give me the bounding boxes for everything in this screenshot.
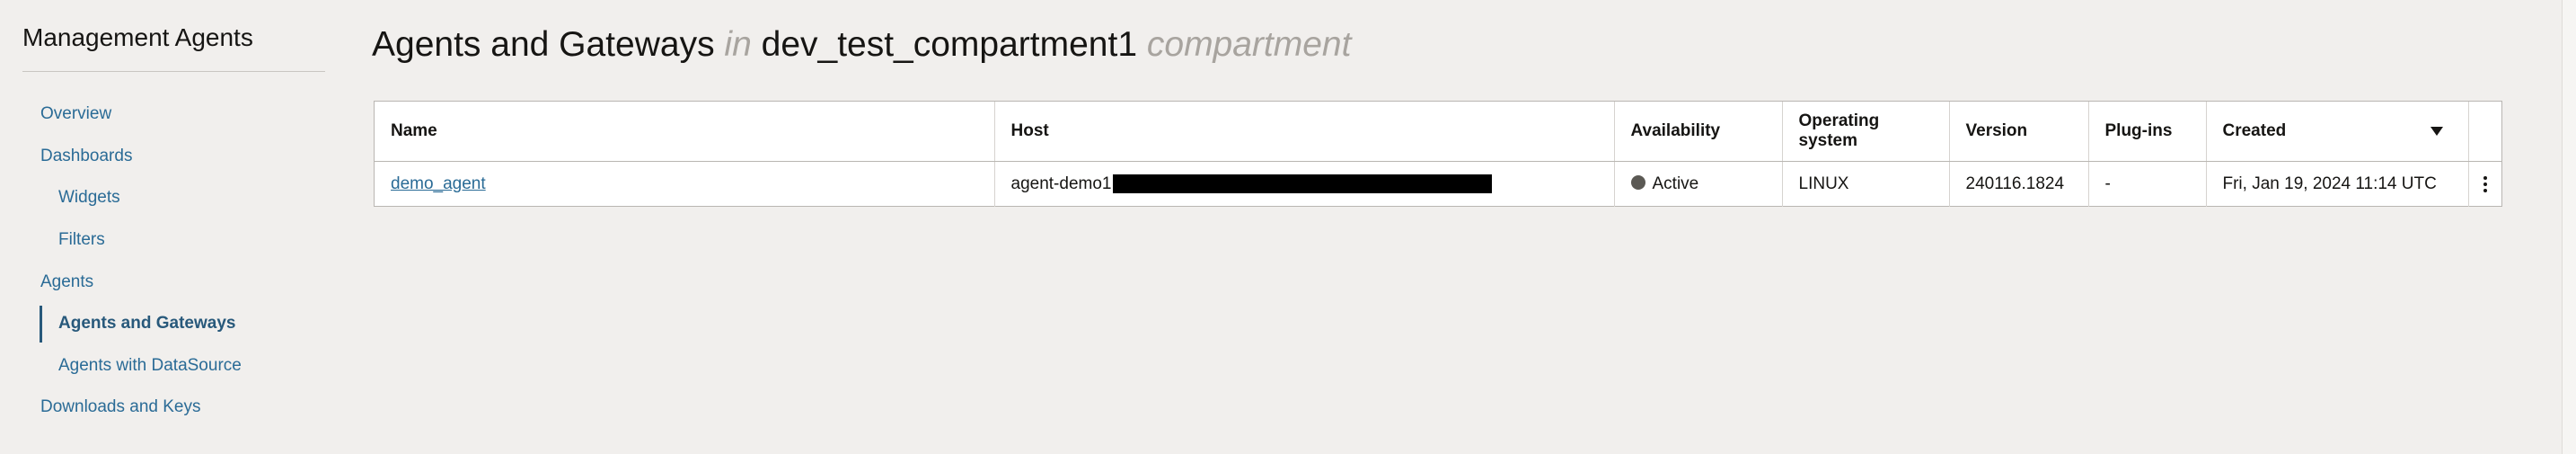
table-header-row: Name Host Availability Operating system … — [375, 102, 2501, 162]
sidebar-item-widgets[interactable]: Widgets — [0, 177, 328, 219]
cell-version: 240116.1824 — [1949, 161, 2089, 207]
column-header-created[interactable]: Created — [2206, 102, 2469, 162]
sidebar-divider — [22, 71, 325, 72]
sidebar-item-dashboards[interactable]: Dashboards — [0, 136, 328, 178]
scrollbar[interactable] — [2562, 0, 2576, 454]
more-actions-icon[interactable] — [2476, 171, 2494, 198]
cell-plugins: - — [2088, 161, 2207, 207]
column-header-availability[interactable]: Availability — [1614, 102, 1783, 162]
page-title-text: Agents and Gateways — [372, 25, 715, 64]
agents-table: Name Host Availability Operating system … — [374, 101, 2502, 207]
caret-down-icon[interactable] — [2430, 127, 2443, 136]
cell-actions — [2468, 162, 2501, 208]
agent-name-link[interactable]: demo_agent — [391, 174, 486, 193]
cell-created: Fri, Jan 19, 2024 11:14 UTC — [2206, 161, 2469, 207]
column-header-actions — [2468, 102, 2501, 162]
column-header-plugins[interactable]: Plug-ins — [2088, 102, 2207, 162]
cell-os: LINUX — [1782, 161, 1950, 207]
sidebar-item-downloads-and-keys[interactable]: Downloads and Keys — [0, 387, 328, 429]
status-dot-icon — [1630, 175, 1645, 190]
column-header-os[interactable]: Operating system — [1782, 102, 1950, 162]
sidebar-nav: Overview Dashboards Widgets Filters Agen… — [0, 93, 328, 429]
cell-host: agent-demo1 — [994, 161, 1615, 207]
cell-availability: Active — [1614, 161, 1783, 207]
page-title: Agents and Gateways in dev_test_compartm… — [372, 25, 1351, 65]
column-header-name[interactable]: Name — [375, 102, 995, 162]
sidebar-item-overview[interactable]: Overview — [0, 93, 328, 136]
sidebar: Management Agents Overview Dashboards Wi… — [0, 0, 328, 454]
sidebar-item-filters[interactable]: Filters — [0, 219, 328, 262]
page-title-in: in — [724, 25, 752, 64]
column-header-created-label: Created — [2222, 121, 2287, 140]
sidebar-item-agents[interactable]: Agents — [0, 261, 328, 303]
column-header-host[interactable]: Host — [994, 102, 1615, 162]
cell-name: demo_agent — [375, 161, 995, 207]
compartment-name: dev_test_compartment1 — [761, 25, 1138, 64]
sidebar-title: Management Agents — [22, 23, 253, 51]
redacted-block — [1113, 174, 1493, 194]
table-row: demo_agent agent-demo1 Active LINUX 2401… — [375, 161, 2501, 208]
page-title-compartment-word: compartment — [1146, 25, 1352, 64]
column-header-version[interactable]: Version — [1949, 102, 2089, 162]
host-value: agent-demo1 — [1010, 174, 1112, 193]
sidebar-item-agents-and-gateways[interactable]: Agents and Gateways — [0, 303, 328, 345]
sidebar-item-agents-with-datasource[interactable]: Agents with DataSource — [0, 345, 328, 387]
availability-value: Active — [1652, 174, 1699, 193]
